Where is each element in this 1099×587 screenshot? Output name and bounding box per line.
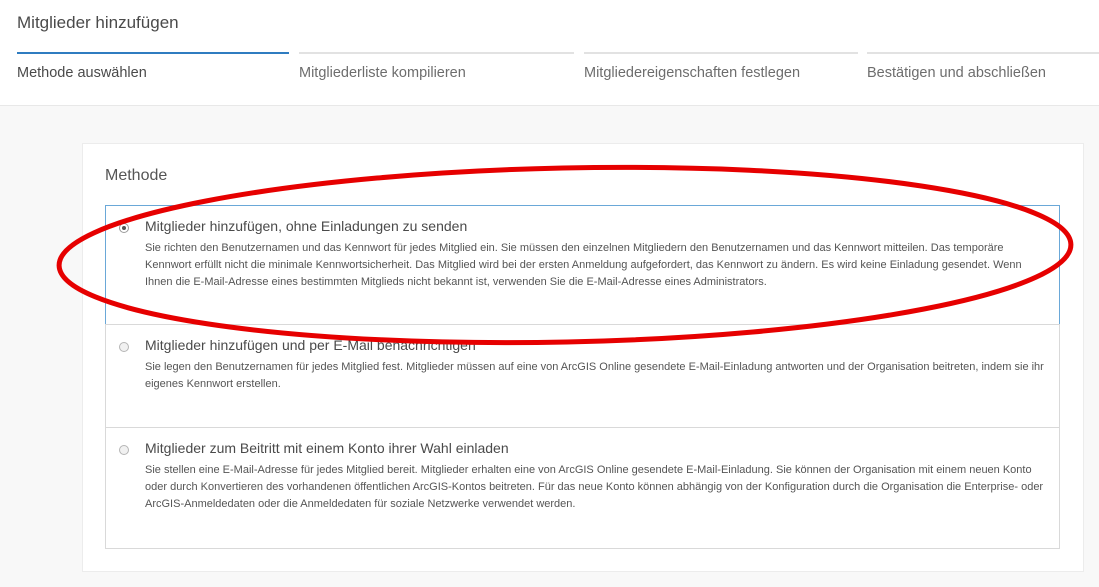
- step-progress-bar: [584, 52, 858, 54]
- radio-button[interactable]: [119, 342, 129, 352]
- step-label: Methode auswählen: [17, 65, 147, 81]
- page-title: Mitglieder hinzufügen: [17, 13, 179, 32]
- step-progress-bar: [299, 52, 574, 54]
- step-compile-list[interactable]: Mitgliederliste kompilieren: [299, 52, 574, 102]
- option-add-with-email[interactable]: Mitglieder hinzufügen und per E-Mail ben…: [105, 324, 1060, 428]
- radio-button[interactable]: [119, 223, 129, 233]
- radio-button[interactable]: [119, 445, 129, 455]
- option-invite-own-account[interactable]: Mitglieder zum Beitritt mit einem Konto …: [105, 427, 1060, 549]
- wizard-steps: Methode auswählen Mitgliederliste kompil…: [0, 52, 1099, 102]
- method-card: Methode Mitglieder hinzufügen, ohne Einl…: [82, 143, 1084, 572]
- step-label: Bestätigen und abschließen: [867, 65, 1046, 81]
- content-area: Methode Mitglieder hinzufügen, ohne Einl…: [0, 105, 1099, 587]
- step-properties[interactable]: Mitgliedereigenschaften festlegen: [584, 52, 858, 102]
- option-add-without-invite[interactable]: Mitglieder hinzufügen, ohne Einladungen …: [105, 205, 1060, 325]
- section-title: Methode: [105, 167, 168, 184]
- step-label: Mitgliederliste kompilieren: [299, 65, 466, 81]
- step-progress-bar: [17, 52, 289, 54]
- option-title: Mitglieder hinzufügen und per E-Mail ben…: [145, 337, 476, 353]
- option-description: Sie richten den Benutzernamen und das Ke…: [145, 242, 1022, 288]
- step-label: Mitgliedereigenschaften festlegen: [584, 65, 801, 81]
- option-description: Sie legen den Benutzernamen für jedes Mi…: [145, 361, 1044, 390]
- step-confirm[interactable]: Bestätigen und abschließen: [867, 52, 1099, 102]
- step-method[interactable]: Methode auswählen: [17, 52, 289, 102]
- option-title: Mitglieder zum Beitritt mit einem Konto …: [145, 440, 509, 456]
- option-title: Mitglieder hinzufügen, ohne Einladungen …: [145, 218, 468, 234]
- option-description: Sie stellen eine E-Mail-Adresse für jede…: [145, 464, 1044, 510]
- step-progress-bar: [867, 52, 1099, 54]
